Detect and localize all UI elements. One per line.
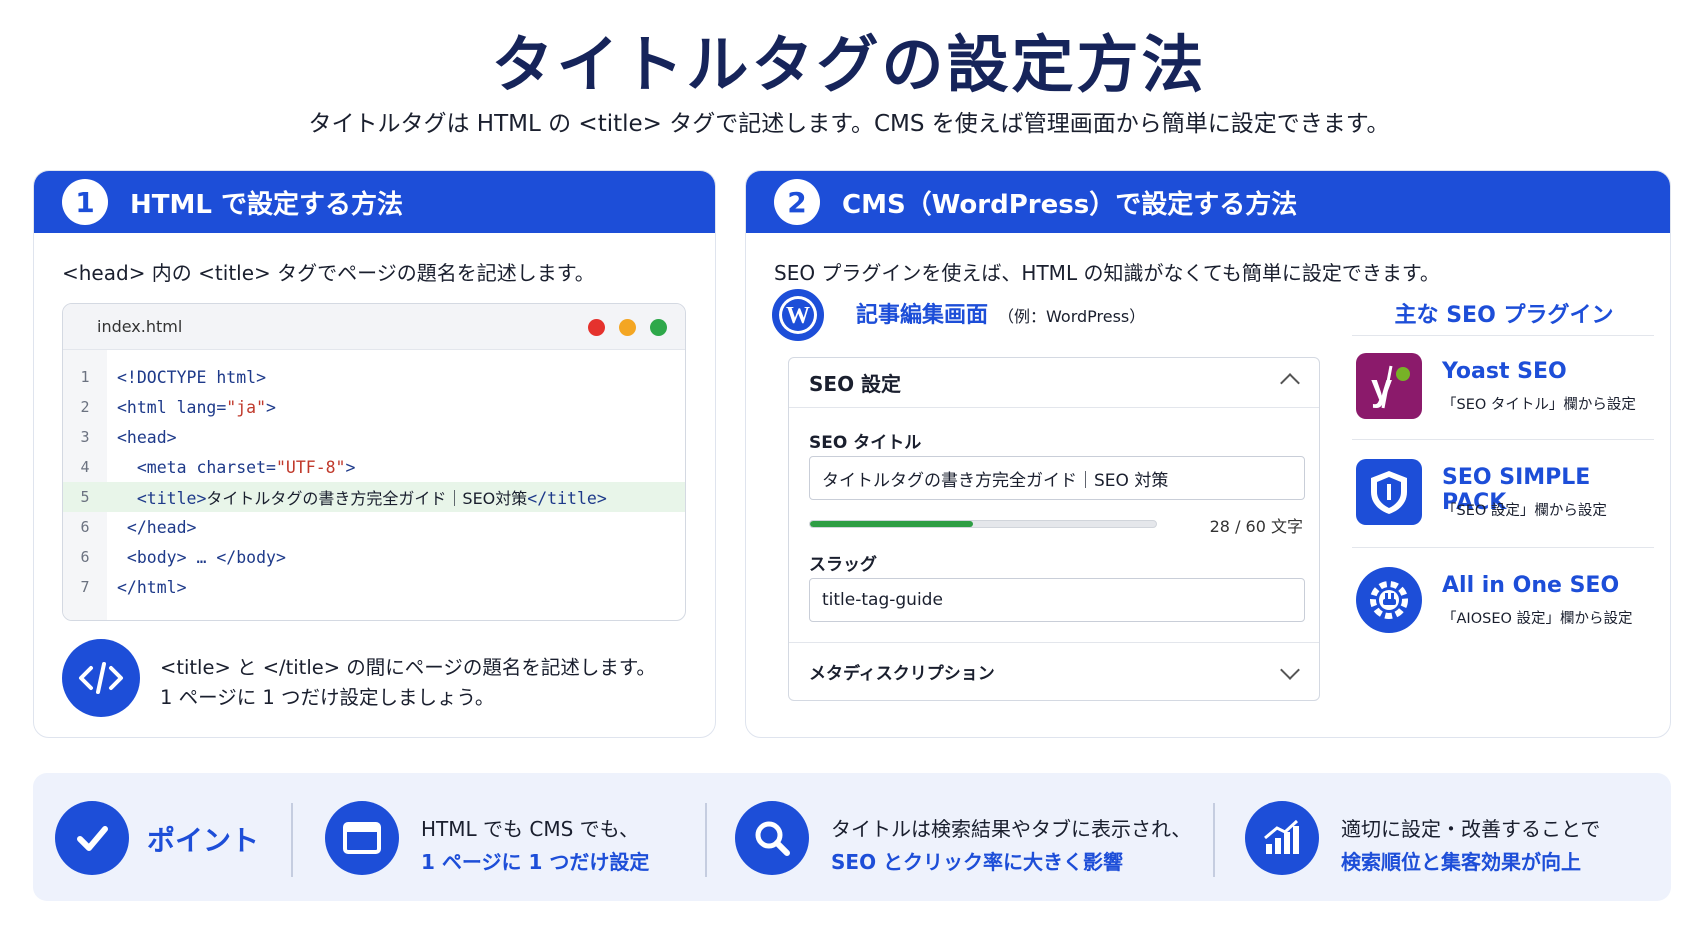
code-line: 6 </head> (63, 512, 685, 542)
code-text: </html> (117, 577, 187, 597)
page-subtitle: タイトルタグは HTML の <title> タグで記述します。CMS を使えば… (308, 111, 1390, 137)
code-line: 7 </html> (63, 572, 685, 602)
plugins-heading: 主な SEO プラグイン (1394, 303, 1614, 328)
code-line: 2 <html lang="ja"> (63, 392, 685, 422)
point-1-line2: 1 ページに 1 つだけ設定 (421, 850, 650, 874)
plugin-seo-simple-pack: SEO SIMPLE PACK 「SEO 設定」欄から設定 (1356, 459, 1656, 539)
line-number: 6 (80, 548, 90, 566)
divider (1352, 439, 1654, 440)
wordpress-logo-icon: W (772, 289, 824, 341)
code-body: 1 <!DOCTYPE html> 2 <html lang="ja"> 3 <head>… (63, 350, 685, 620)
gear-plug-icon (1356, 567, 1422, 633)
growth-chart-icon (1245, 801, 1319, 875)
code-text: </head> (117, 517, 197, 537)
seo-settings-box: SEO 設定 SEO タイトル タイトルタグの書き方完全ガイド｜SEO 対策 2… (788, 357, 1320, 701)
plugin-description: 「SEO タイトル」欄から設定 (1442, 397, 1636, 413)
plugin-description: 「AIOSEO 設定」欄から設定 (1442, 611, 1633, 627)
line-number: 1 (80, 368, 90, 386)
points-label: ポイント (147, 824, 260, 857)
plugin-yoast: y Yoast SEO 「SEO タイトル」欄から設定 (1356, 353, 1656, 433)
line-number: 4 (80, 458, 90, 476)
divider (1352, 547, 1654, 548)
cms-method-panel: 2 CMS（WordPress）で設定する方法 SEO プラグインを使えば、HT… (745, 170, 1671, 738)
divider (705, 803, 707, 877)
code-text: <meta charset="UTF-8"> (117, 457, 356, 477)
browser-window-icon (325, 801, 399, 875)
meta-description-section[interactable]: メタディスクリプション (789, 642, 1319, 700)
chevron-up-icon[interactable] (1280, 373, 1300, 393)
code-line: 4 <meta charset="UTF-8"> (63, 452, 685, 482)
code-text: <body> … </body> (117, 547, 286, 567)
shield-icon (1356, 459, 1422, 525)
code-editor-titlebar: index.html (63, 304, 685, 350)
window-dot-1 (619, 319, 636, 336)
title-length-progress (809, 520, 1157, 528)
step-number-badge: 2 (774, 179, 820, 225)
window-controls (588, 319, 667, 336)
panel-header: 2 CMS（WordPress）で設定する方法 (746, 171, 1670, 233)
yoast-icon: y (1356, 353, 1422, 419)
point-2-line1: タイトルは検索結果やタブに表示され、 (831, 817, 1192, 841)
checkmark-icon (55, 801, 129, 875)
chevron-down-icon[interactable] (1280, 660, 1300, 680)
seo-title-label: SEO タイトル (809, 433, 922, 453)
svg-text:W: W (786, 303, 810, 329)
line-number: 5 (80, 488, 90, 506)
plugin-description: 「SEO 設定」欄から設定 (1442, 503, 1607, 519)
title-length-progress-fill (810, 521, 973, 527)
window-dot-0 (588, 319, 605, 336)
line-number: 2 (80, 398, 90, 416)
panel-title: CMS（WordPress）で設定する方法 (842, 189, 1298, 220)
code-line: 3 <head> (63, 422, 685, 452)
panel-description: <head> 内の <title> タグでページの題名を記述します。 (62, 261, 595, 285)
window-dot-2 (650, 319, 667, 336)
slug-label: スラッグ (809, 555, 877, 575)
code-text: <head> (117, 427, 177, 447)
editor-screen-label: 記事編集画面 （例：WordPress） (856, 303, 1146, 328)
divider (291, 803, 293, 877)
code-note-line2: 1 ページに 1 つだけ設定しましょう。 (160, 686, 495, 709)
code-text: <html lang="ja"> (117, 397, 276, 417)
code-line: 6 <body> … </body> (63, 542, 685, 572)
key-points-bar: ポイント HTML でも CMS でも、 1 ページに 1 つだけ設定 タイトル… (33, 773, 1671, 901)
seo-title-input[interactable]: タイトルタグの書き方完全ガイド｜SEO 対策 (809, 456, 1305, 500)
panel-description: SEO プラグインを使えば、HTML の知識がなくても簡単に設定できます。 (774, 261, 1440, 285)
code-editor-window: index.html 1 <!DOCTYPE html> 2 <html lang="… (62, 303, 686, 621)
point-3-line2: 検索順位と集客効果が向上 (1341, 850, 1581, 874)
code-text: <title>タイトルタグの書き方完全ガイド｜SEO対策</title> (117, 489, 607, 508)
title-char-count: 28 / 60 文字 (1209, 517, 1303, 536)
page-title: タイトルタグの設定方法 (491, 28, 1207, 101)
point-2-line2: SEO とクリック率に大きく影響 (831, 850, 1124, 874)
divider (1213, 803, 1215, 877)
line-number: 7 (80, 578, 90, 596)
point-3-line1: 適切に設定・改善することで (1341, 817, 1601, 841)
search-icon (735, 801, 809, 875)
code-line: 5 <title>タイトルタグの書き方完全ガイド｜SEO対策</title> (63, 482, 685, 512)
code-note-line1: <title> と </title> の間にページの題名を記述します。 (160, 656, 656, 679)
code-text: <!DOCTYPE html> (117, 367, 267, 387)
panel-title: HTML で設定する方法 (130, 189, 403, 220)
plugin-name: Yoast SEO (1442, 359, 1567, 384)
code-tag-icon (62, 639, 140, 717)
seo-settings-header[interactable]: SEO 設定 (789, 358, 1319, 408)
html-method-panel: 1 HTML で設定する方法 <head> 内の <title> タグでページの… (33, 170, 716, 738)
plugin-name: All in One SEO (1442, 573, 1620, 598)
line-number: 3 (80, 428, 90, 446)
point-1-line1: HTML でも CMS でも、 (421, 817, 640, 841)
plugin-all-in-one-seo: All in One SEO 「AIOSEO 設定」欄から設定 (1356, 567, 1656, 647)
step-number-badge: 1 (62, 179, 108, 225)
file-name: index.html (97, 317, 183, 336)
slug-input[interactable]: title-tag-guide (809, 578, 1305, 622)
panel-header: 1 HTML で設定する方法 (34, 171, 715, 233)
divider (1352, 335, 1654, 336)
code-line: 1 <!DOCTYPE html> (63, 362, 685, 392)
line-number: 6 (80, 518, 90, 536)
